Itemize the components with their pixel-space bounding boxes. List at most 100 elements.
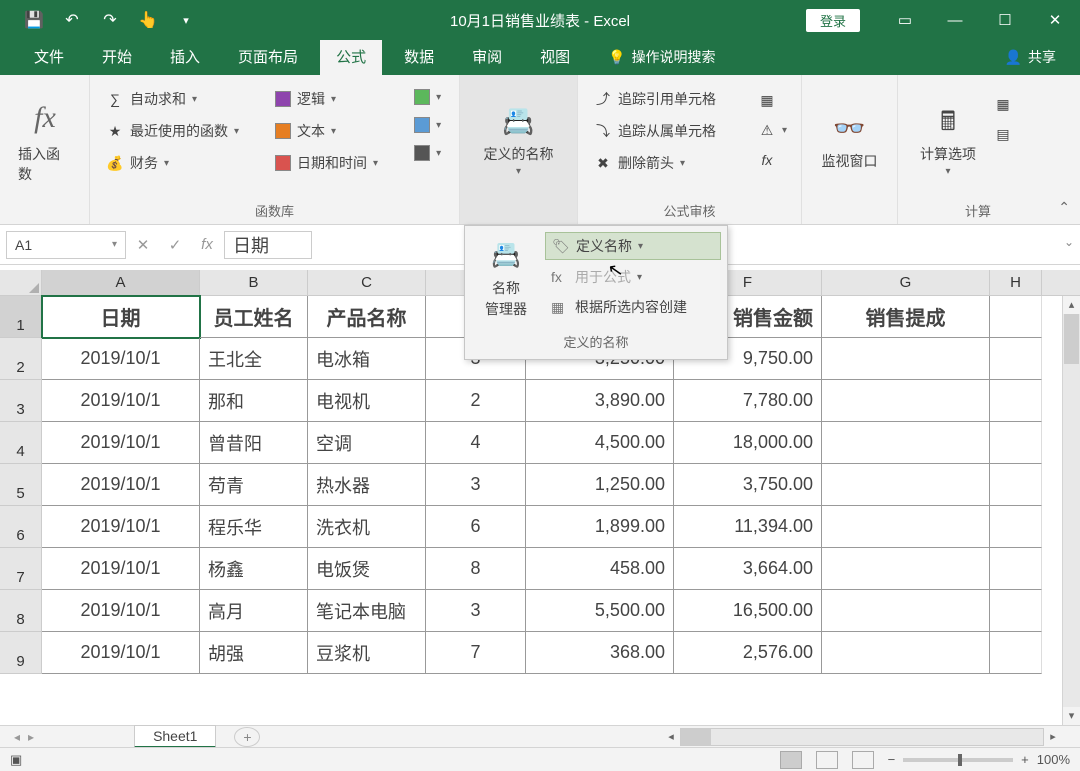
cell-f7[interactable]: 3,664.00 <box>674 548 822 590</box>
cell-c6[interactable]: 洗衣机 <box>308 506 426 548</box>
cell-e3[interactable]: 3,890.00 <box>526 380 674 422</box>
cell-c7[interactable]: 电饭煲 <box>308 548 426 590</box>
calc-options-button[interactable]: 🖩计算选项▾ <box>908 81 988 201</box>
math-button[interactable] <box>408 113 447 137</box>
cell-a3[interactable]: 2019/10/1 <box>42 380 200 422</box>
cell-h6[interactable] <box>990 506 1042 548</box>
minimize-icon[interactable]: — <box>930 0 980 40</box>
col-header-a[interactable]: A <box>42 270 200 295</box>
cell-e8[interactable]: 5,500.00 <box>526 590 674 632</box>
logical-button[interactable]: 逻辑 <box>269 85 384 113</box>
cell-g9[interactable] <box>822 632 990 674</box>
row-header-2[interactable]: 2 <box>0 338 42 380</box>
lookup-button[interactable] <box>408 85 447 109</box>
row-header-7[interactable]: 7 <box>0 548 42 590</box>
zoom-in-icon[interactable]: + <box>1021 752 1029 767</box>
col-header-h[interactable]: H <box>990 270 1042 295</box>
insert-function-button[interactable]: fx插入函数 <box>10 81 80 201</box>
cell-f3[interactable]: 7,780.00 <box>674 380 822 422</box>
cell-e5[interactable]: 1,250.00 <box>526 464 674 506</box>
cell-h1[interactable] <box>990 296 1042 338</box>
col-header-c[interactable]: C <box>308 270 426 295</box>
cell-a7[interactable]: 2019/10/1 <box>42 548 200 590</box>
scroll-up-icon[interactable]: ▴ <box>1063 296 1080 314</box>
cancel-formula-icon[interactable]: ✕ <box>128 236 158 254</box>
sheet-nav-last-icon[interactable]: ▸ <box>28 730 34 744</box>
financial-button[interactable]: 💰财务 <box>100 149 245 177</box>
cell-d7[interactable]: 8 <box>426 548 526 590</box>
cell-g8[interactable] <box>822 590 990 632</box>
cell-a9[interactable]: 2019/10/1 <box>42 632 200 674</box>
cell-g2[interactable] <box>822 338 990 380</box>
cell-c3[interactable]: 电视机 <box>308 380 426 422</box>
cell-e6[interactable]: 1,899.00 <box>526 506 674 548</box>
calc-sheet-button[interactable]: ▤ <box>988 121 1018 147</box>
cell-g6[interactable] <box>822 506 990 548</box>
tab-formulas[interactable]: 公式 <box>320 38 382 75</box>
cell-e7[interactable]: 458.00 <box>526 548 674 590</box>
cell-d6[interactable]: 6 <box>426 506 526 548</box>
cell-c1[interactable]: 产品名称 <box>308 296 426 338</box>
cell-h7[interactable] <box>990 548 1042 590</box>
text-button[interactable]: 文本 <box>269 117 384 145</box>
name-box[interactable]: A1▾ <box>6 231 126 259</box>
collapse-ribbon-icon[interactable]: ⌃ <box>1058 199 1070 216</box>
cell-h8[interactable] <box>990 590 1042 632</box>
enter-formula-icon[interactable]: ✓ <box>160 236 190 254</box>
cell-g1[interactable]: 销售提成 <box>822 296 990 338</box>
vscroll-thumb[interactable] <box>1064 314 1079 364</box>
share-button[interactable]: 👤共享 <box>981 39 1080 75</box>
cell-a6[interactable]: 2019/10/1 <box>42 506 200 548</box>
tab-layout[interactable]: 页面布局 <box>222 38 314 75</box>
cell-d5[interactable]: 3 <box>426 464 526 506</box>
cell-h4[interactable] <box>990 422 1042 464</box>
name-manager-button[interactable]: 📇 名称管理器 <box>471 232 541 326</box>
col-header-g[interactable]: G <box>822 270 990 295</box>
ribbon-display-icon[interactable]: ▭ <box>880 0 930 40</box>
maximize-icon[interactable]: ☐ <box>980 0 1030 40</box>
cell-b9[interactable]: 胡强 <box>200 632 308 674</box>
cell-f8[interactable]: 16,500.00 <box>674 590 822 632</box>
tab-insert[interactable]: 插入 <box>154 38 216 75</box>
cell-e9[interactable]: 368.00 <box>526 632 674 674</box>
sheet-tab[interactable]: Sheet1 <box>134 725 216 748</box>
qat-dropdown-icon[interactable]: ▾ <box>170 4 202 36</box>
zoom-level[interactable]: 100% <box>1037 752 1070 767</box>
col-header-b[interactable]: B <box>200 270 308 295</box>
datetime-button[interactable]: 日期和时间 <box>269 149 384 177</box>
cell-h2[interactable] <box>990 338 1042 380</box>
cell-g3[interactable] <box>822 380 990 422</box>
normal-view-button[interactable] <box>780 751 802 769</box>
show-formulas-button[interactable]: ▦ <box>752 87 793 113</box>
cell-h5[interactable] <box>990 464 1042 506</box>
scroll-left-icon[interactable]: ◂ <box>662 730 680 743</box>
select-all-corner[interactable] <box>0 270 42 295</box>
cell-c4[interactable]: 空调 <box>308 422 426 464</box>
more-functions-button[interactable] <box>408 141 447 165</box>
undo-icon[interactable]: ↶ <box>56 4 88 36</box>
row-header-4[interactable]: 4 <box>0 422 42 464</box>
page-break-view-button[interactable] <box>852 751 874 769</box>
cell-b2[interactable]: 王北全 <box>200 338 308 380</box>
record-macro-icon[interactable]: ▣ <box>10 752 22 768</box>
tab-file[interactable]: 文件 <box>18 38 80 75</box>
cell-f6[interactable]: 11,394.00 <box>674 506 822 548</box>
hscroll-thumb[interactable] <box>681 729 711 745</box>
cell-b3[interactable]: 那和 <box>200 380 308 422</box>
row-header-3[interactable]: 3 <box>0 380 42 422</box>
zoom-out-icon[interactable]: − <box>888 752 896 767</box>
cell-b4[interactable]: 曾昔阳 <box>200 422 308 464</box>
cell-e4[interactable]: 4,500.00 <box>526 422 674 464</box>
cell-c2[interactable]: 电冰箱 <box>308 338 426 380</box>
cell-a4[interactable]: 2019/10/1 <box>42 422 200 464</box>
cell-b7[interactable]: 杨鑫 <box>200 548 308 590</box>
cell-a5[interactable]: 2019/10/1 <box>42 464 200 506</box>
tab-review[interactable]: 审阅 <box>456 38 518 75</box>
cell-c9[interactable]: 豆浆机 <box>308 632 426 674</box>
page-layout-view-button[interactable] <box>816 751 838 769</box>
row-header-8[interactable]: 8 <box>0 590 42 632</box>
touch-mode-icon[interactable]: 👆 <box>132 4 164 36</box>
use-in-formula-item[interactable]: fx用于公式 <box>545 264 721 290</box>
sheet-nav-first-icon[interactable]: ◂ <box>14 730 20 744</box>
cell-h3[interactable] <box>990 380 1042 422</box>
